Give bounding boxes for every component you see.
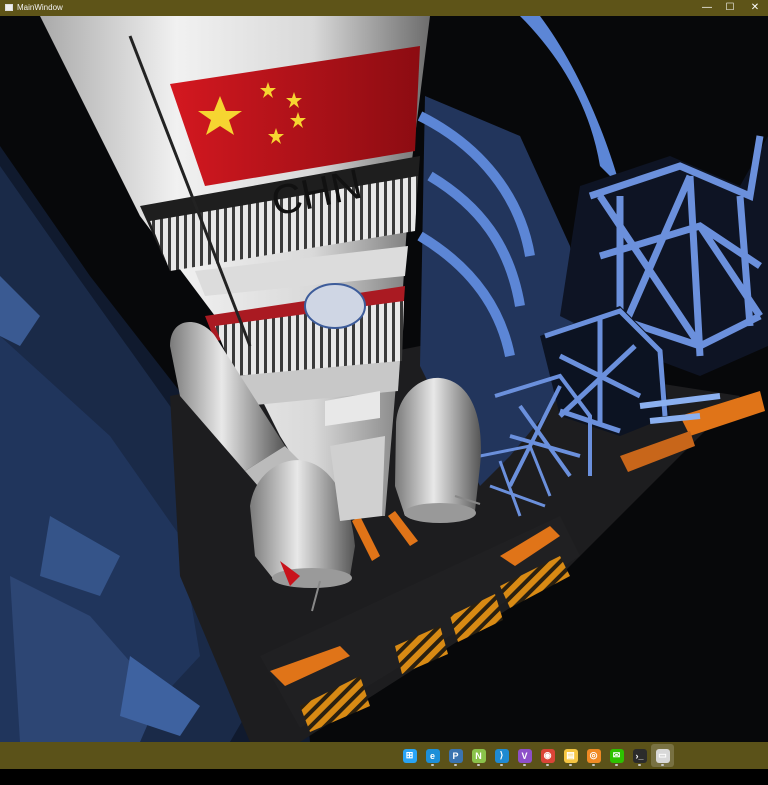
notepad-plus-icon-glyph: N (471, 748, 486, 763)
vscode-icon-glyph: ⟩ (494, 748, 509, 763)
notepad-plus-icon[interactable]: N (467, 744, 490, 767)
wechat-icon-glyph: ✉ (609, 748, 624, 763)
file-explorer-icon[interactable]: ▤ (559, 744, 582, 767)
running-indicator (592, 764, 595, 766)
cnsa-logo-icon (304, 283, 366, 329)
running-indicator (454, 764, 457, 766)
running-indicator (477, 764, 480, 766)
close-button[interactable]: ✕ (742, 0, 768, 16)
running-indicator (546, 764, 549, 766)
mainwindow-app-icon-glyph: ▭ (655, 748, 670, 763)
windows-start-icon[interactable]: ⊞ (398, 744, 421, 767)
python-icon-glyph: P (448, 748, 463, 763)
terminal-icon-glyph: ›_ (632, 748, 647, 763)
edge-icon[interactable]: e (421, 744, 444, 767)
edge-icon-glyph: e (425, 748, 440, 763)
windows-start-icon-glyph: ⊞ (402, 748, 417, 763)
running-indicator (661, 764, 664, 766)
blender-icon-glyph: ◎ (586, 748, 601, 763)
visual-studio-icon-glyph: V (517, 748, 532, 763)
vscode-icon[interactable]: ⟩ (490, 744, 513, 767)
title-bar: MainWindow — ☐ ✕ (0, 0, 768, 16)
window-title: MainWindow (17, 3, 63, 12)
running-indicator (569, 764, 572, 766)
file-explorer-icon-glyph: ▤ (563, 748, 578, 763)
visual-studio-icon[interactable]: V (513, 744, 536, 767)
app-window-icon (5, 4, 13, 11)
wechat-icon[interactable]: ✉ (605, 744, 628, 767)
blender-icon[interactable]: ◎ (582, 744, 605, 767)
chrome-icon-glyph: ◉ (540, 748, 555, 763)
right-booster (395, 377, 481, 523)
3d-viewport[interactable]: CHN (0, 16, 768, 742)
running-indicator (500, 764, 503, 766)
taskbar: ⊞ e P N ⟩ V ◉ ▤ ◎ ✉ ›_ ▭ (0, 742, 768, 769)
taskbar-icons: ⊞ e P N ⟩ V ◉ ▤ ◎ ✉ ›_ ▭ (398, 744, 674, 767)
running-indicator (523, 764, 526, 766)
rocket-scene: CHN (0, 16, 768, 742)
python-icon[interactable]: P (444, 744, 467, 767)
chrome-icon[interactable]: ◉ (536, 744, 559, 767)
terminal-icon[interactable]: ›_ (628, 744, 651, 767)
running-indicator (638, 764, 641, 766)
bottom-strip (0, 769, 768, 785)
running-indicator (615, 764, 618, 766)
maximize-button[interactable]: ☐ (717, 0, 743, 16)
running-indicator (431, 764, 434, 766)
mainwindow-app-icon[interactable]: ▭ (651, 744, 674, 767)
